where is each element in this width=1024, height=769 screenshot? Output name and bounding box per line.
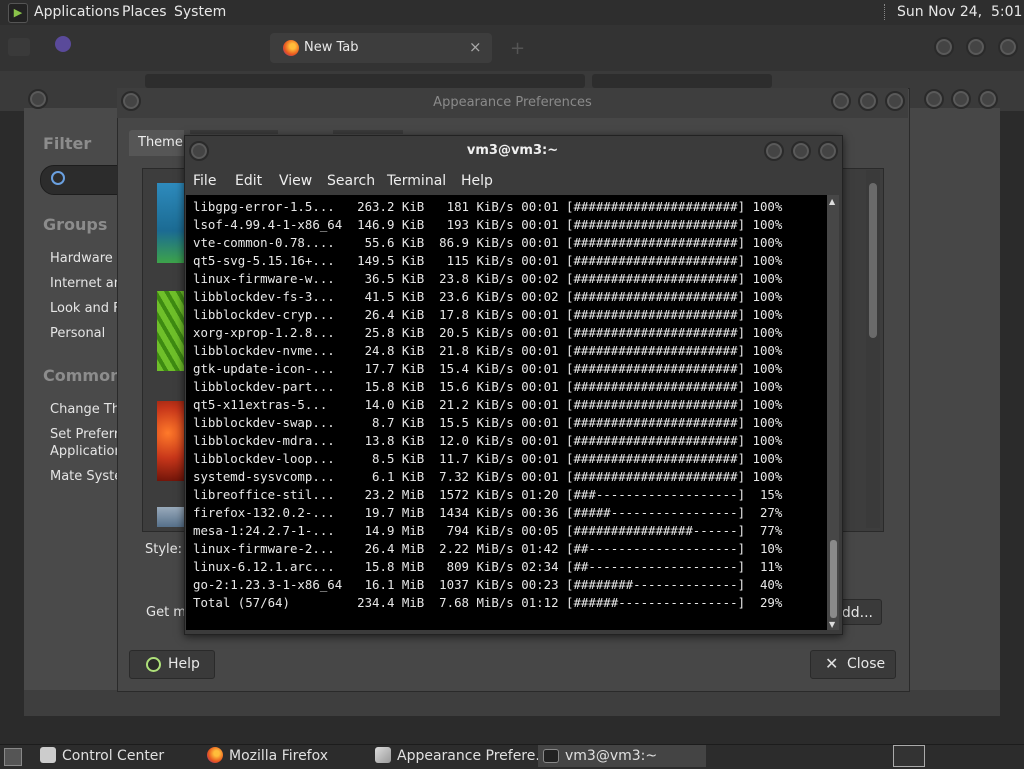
close-icon: ✕	[825, 654, 839, 673]
task-applications[interactable]: Application	[50, 444, 123, 459]
tab-close-icon[interactable]: ×	[469, 38, 482, 56]
task-mate-system[interactable]: Mate Syster	[50, 469, 128, 484]
theme-swatch-grey[interactable]	[157, 507, 184, 527]
search-icon	[51, 171, 65, 185]
taskbar-label: vm3@vm3:~	[565, 748, 658, 764]
theme-swatch-green[interactable]	[157, 291, 184, 371]
close-label: Close	[847, 656, 886, 672]
appearance-icon	[375, 747, 391, 763]
get-more-themes-link[interactable]: Get m	[146, 605, 186, 620]
panel-separator	[884, 4, 888, 20]
firefox-icon	[283, 40, 299, 56]
scroll-down-icon[interactable]: ▼	[829, 620, 835, 629]
cc-maximize-icon[interactable]	[951, 89, 971, 109]
group-look-and-feel[interactable]: Look and F	[50, 301, 121, 316]
terminal-icon	[543, 749, 559, 763]
applications-menu[interactable]: Applications	[34, 4, 120, 20]
ap-minimize-icon[interactable]	[831, 91, 851, 111]
top-panel: ▶ Applications Places System Sun Nov 24,…	[0, 0, 1024, 26]
appearance-title: Appearance Preferences	[117, 88, 908, 118]
taskbar-item-control-center[interactable]: Control Center	[40, 745, 164, 767]
help-button[interactable]: Help	[129, 650, 215, 679]
firefox-pinned-tab[interactable]	[55, 36, 245, 60]
group-internet[interactable]: Internet an	[50, 276, 122, 291]
taskbar-label: Appearance Prefere...	[397, 748, 549, 764]
help-label: Help	[168, 656, 200, 672]
task-set-preferred[interactable]: Set Preferre	[50, 427, 127, 442]
firefox-icon	[207, 747, 223, 763]
term-menu-file[interactable]: File	[193, 173, 216, 189]
help-icon	[146, 657, 161, 672]
places-menu[interactable]: Places	[122, 4, 167, 20]
ff-urlbar[interactable]	[145, 74, 585, 88]
terminal-title: vm3@vm3:~	[466, 143, 559, 158]
system-menu[interactable]: System	[174, 4, 226, 20]
ff-searchbar[interactable]	[592, 74, 772, 88]
show-desktop-icon[interactable]	[4, 748, 22, 766]
ap-maximize-icon[interactable]	[858, 91, 878, 111]
mate-logo-icon[interactable]: ▶	[8, 3, 28, 23]
ap-close-icon[interactable]	[885, 91, 905, 111]
tab-favicon-icon	[55, 36, 71, 52]
scroll-up-icon[interactable]: ▲	[829, 197, 835, 206]
control-center-statusbar	[24, 690, 1000, 716]
close-button[interactable]: ✕ Close	[810, 650, 896, 679]
workspace-switcher[interactable]	[893, 745, 925, 767]
clock[interactable]: Sun Nov 24, 5:01 AM	[897, 4, 1024, 20]
term-close-icon[interactable]	[818, 141, 838, 161]
firefox-tab-new-tab[interactable]: New Tab ×	[270, 33, 492, 63]
ap-menu-icon[interactable]	[121, 91, 141, 111]
terminal-scroll-thumb[interactable]	[830, 540, 837, 618]
taskbar-item-terminal[interactable]: vm3@vm3:~	[538, 745, 706, 767]
groups-heading: Groups	[43, 215, 108, 234]
term-menu-terminal[interactable]: Terminal	[387, 173, 446, 189]
term-menu-icon[interactable]	[189, 141, 209, 161]
terminal-output[interactable]: libgpg-error-1.5... 263.2 KiB 181 KiB/s …	[186, 195, 827, 630]
term-menu-edit[interactable]: Edit	[235, 173, 262, 189]
terminal-text: libgpg-error-1.5... 263.2 KiB 181 KiB/s …	[193, 199, 783, 610]
term-minimize-icon[interactable]	[764, 141, 784, 161]
term-maximize-icon[interactable]	[791, 141, 811, 161]
theme-swatch-blue[interactable]	[157, 183, 184, 263]
taskbar-item-appearance[interactable]: Appearance Prefere...	[375, 745, 549, 767]
cc-close-icon[interactable]	[978, 89, 998, 109]
new-tab-plus-icon[interactable]: +	[510, 38, 525, 59]
firefox-view-icon[interactable]	[8, 38, 30, 56]
filter-heading: Filter	[43, 134, 92, 153]
term-menu-view[interactable]: View	[279, 173, 312, 189]
theme-swatch-red[interactable]	[157, 401, 184, 481]
taskbar-label: Control Center	[62, 748, 165, 764]
term-menu-search[interactable]: Search	[327, 173, 375, 189]
control-center-icon	[40, 747, 56, 763]
cc-minimize-icon[interactable]	[924, 89, 944, 109]
tab-theme[interactable]: Theme	[129, 130, 184, 156]
taskbar-item-firefox[interactable]: Mozilla Firefox	[207, 745, 328, 767]
taskbar-label: Mozilla Firefox	[229, 748, 329, 764]
theme-list-scroll-thumb[interactable]	[869, 183, 877, 338]
group-personal[interactable]: Personal	[50, 326, 105, 341]
group-hardware[interactable]: Hardware	[50, 251, 113, 266]
tab-fonts[interactable]	[333, 130, 403, 134]
tab-title: New Tab	[304, 40, 359, 55]
style-label: Style:	[145, 542, 183, 557]
ff-minimize-icon[interactable]	[934, 37, 954, 57]
tab-background[interactable]	[190, 130, 278, 134]
cc-menu-icon[interactable]	[28, 89, 48, 109]
term-menu-help[interactable]: Help	[461, 173, 493, 189]
task-change-theme[interactable]: Change Th	[50, 402, 120, 417]
ff-maximize-icon[interactable]	[966, 37, 986, 57]
ff-close-icon[interactable]	[998, 37, 1018, 57]
